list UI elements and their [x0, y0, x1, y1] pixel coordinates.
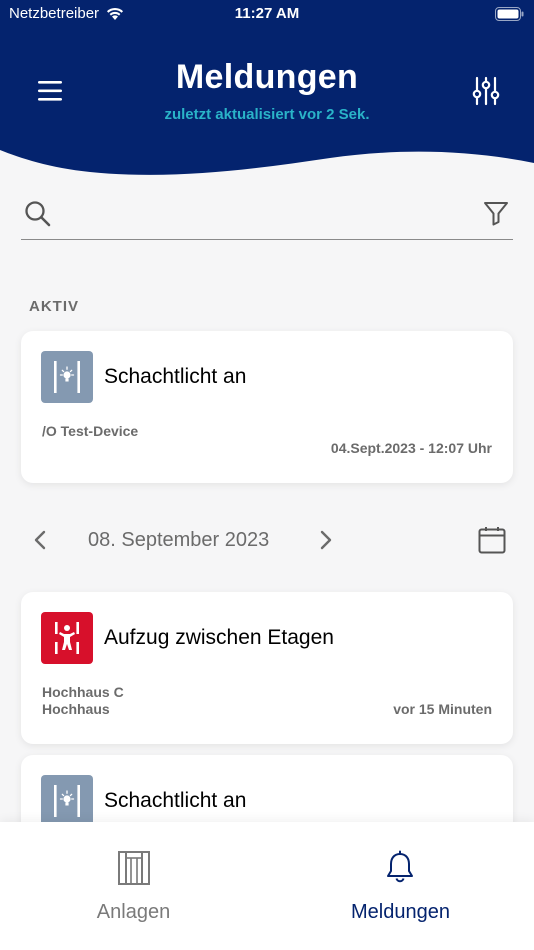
tab-meldungen[interactable]: Meldungen	[267, 822, 534, 950]
battery-icon	[495, 7, 524, 21]
message-title: Schachtlicht an	[104, 789, 247, 812]
alert-location: /O Test-Device	[42, 423, 139, 439]
last-updated-text: zuletzt aktualisiert vor 2 Sek.	[164, 106, 370, 123]
chevron-right-icon[interactable]	[317, 529, 335, 551]
elevator-icon	[118, 851, 150, 885]
tab-label-anlagen: Anlagen	[96, 901, 171, 923]
shaft-light-icon	[41, 351, 93, 403]
message-building: Hochhaus C	[42, 684, 124, 700]
tab-label-meldungen: Meldungen	[351, 901, 450, 923]
alert-title: Schachtlicht an	[104, 365, 247, 388]
active-alert-card[interactable]: Schachtlicht an /O Test-Device 04.Sept.2…	[21, 331, 513, 483]
message-building-type: Hochhaus	[42, 701, 110, 717]
date-navigation: 08. September 2023	[21, 524, 513, 558]
header: Netzbetreiber 11:27 AM Meldungen zuletzt…	[0, 0, 534, 180]
tab-bar: Anlagen Meldungen	[0, 822, 534, 950]
page-title: Meldungen	[175, 58, 359, 96]
message-card[interactable]: Aufzug zwischen Etagen Hochhaus C Hochha…	[21, 592, 513, 744]
current-date: 08. September 2023	[88, 529, 270, 551]
message-title: Aufzug zwischen Etagen	[104, 626, 334, 649]
filter-icon[interactable]	[482, 199, 510, 227]
search-input[interactable]	[65, 199, 469, 231]
active-section-label: AKTIV	[29, 298, 79, 315]
message-time: vor 15 Minuten	[393, 701, 492, 717]
search-icon	[25, 201, 51, 227]
alert-timestamp: 04.Sept.2023 - 12:07 Uhr	[330, 440, 492, 456]
calendar-icon[interactable]	[478, 526, 506, 554]
chevron-left-icon[interactable]	[31, 529, 49, 551]
status-bar: Netzbetreiber 11:27 AM	[0, 4, 534, 26]
tab-anlagen[interactable]: Anlagen	[0, 822, 267, 950]
bell-icon	[387, 850, 413, 883]
search-bar	[21, 193, 513, 240]
elevator-stuck-icon	[41, 612, 93, 664]
settings-sliders-icon[interactable]	[472, 75, 500, 107]
status-time: 11:27 AM	[234, 5, 300, 22]
shaft-light-icon	[41, 775, 93, 827]
